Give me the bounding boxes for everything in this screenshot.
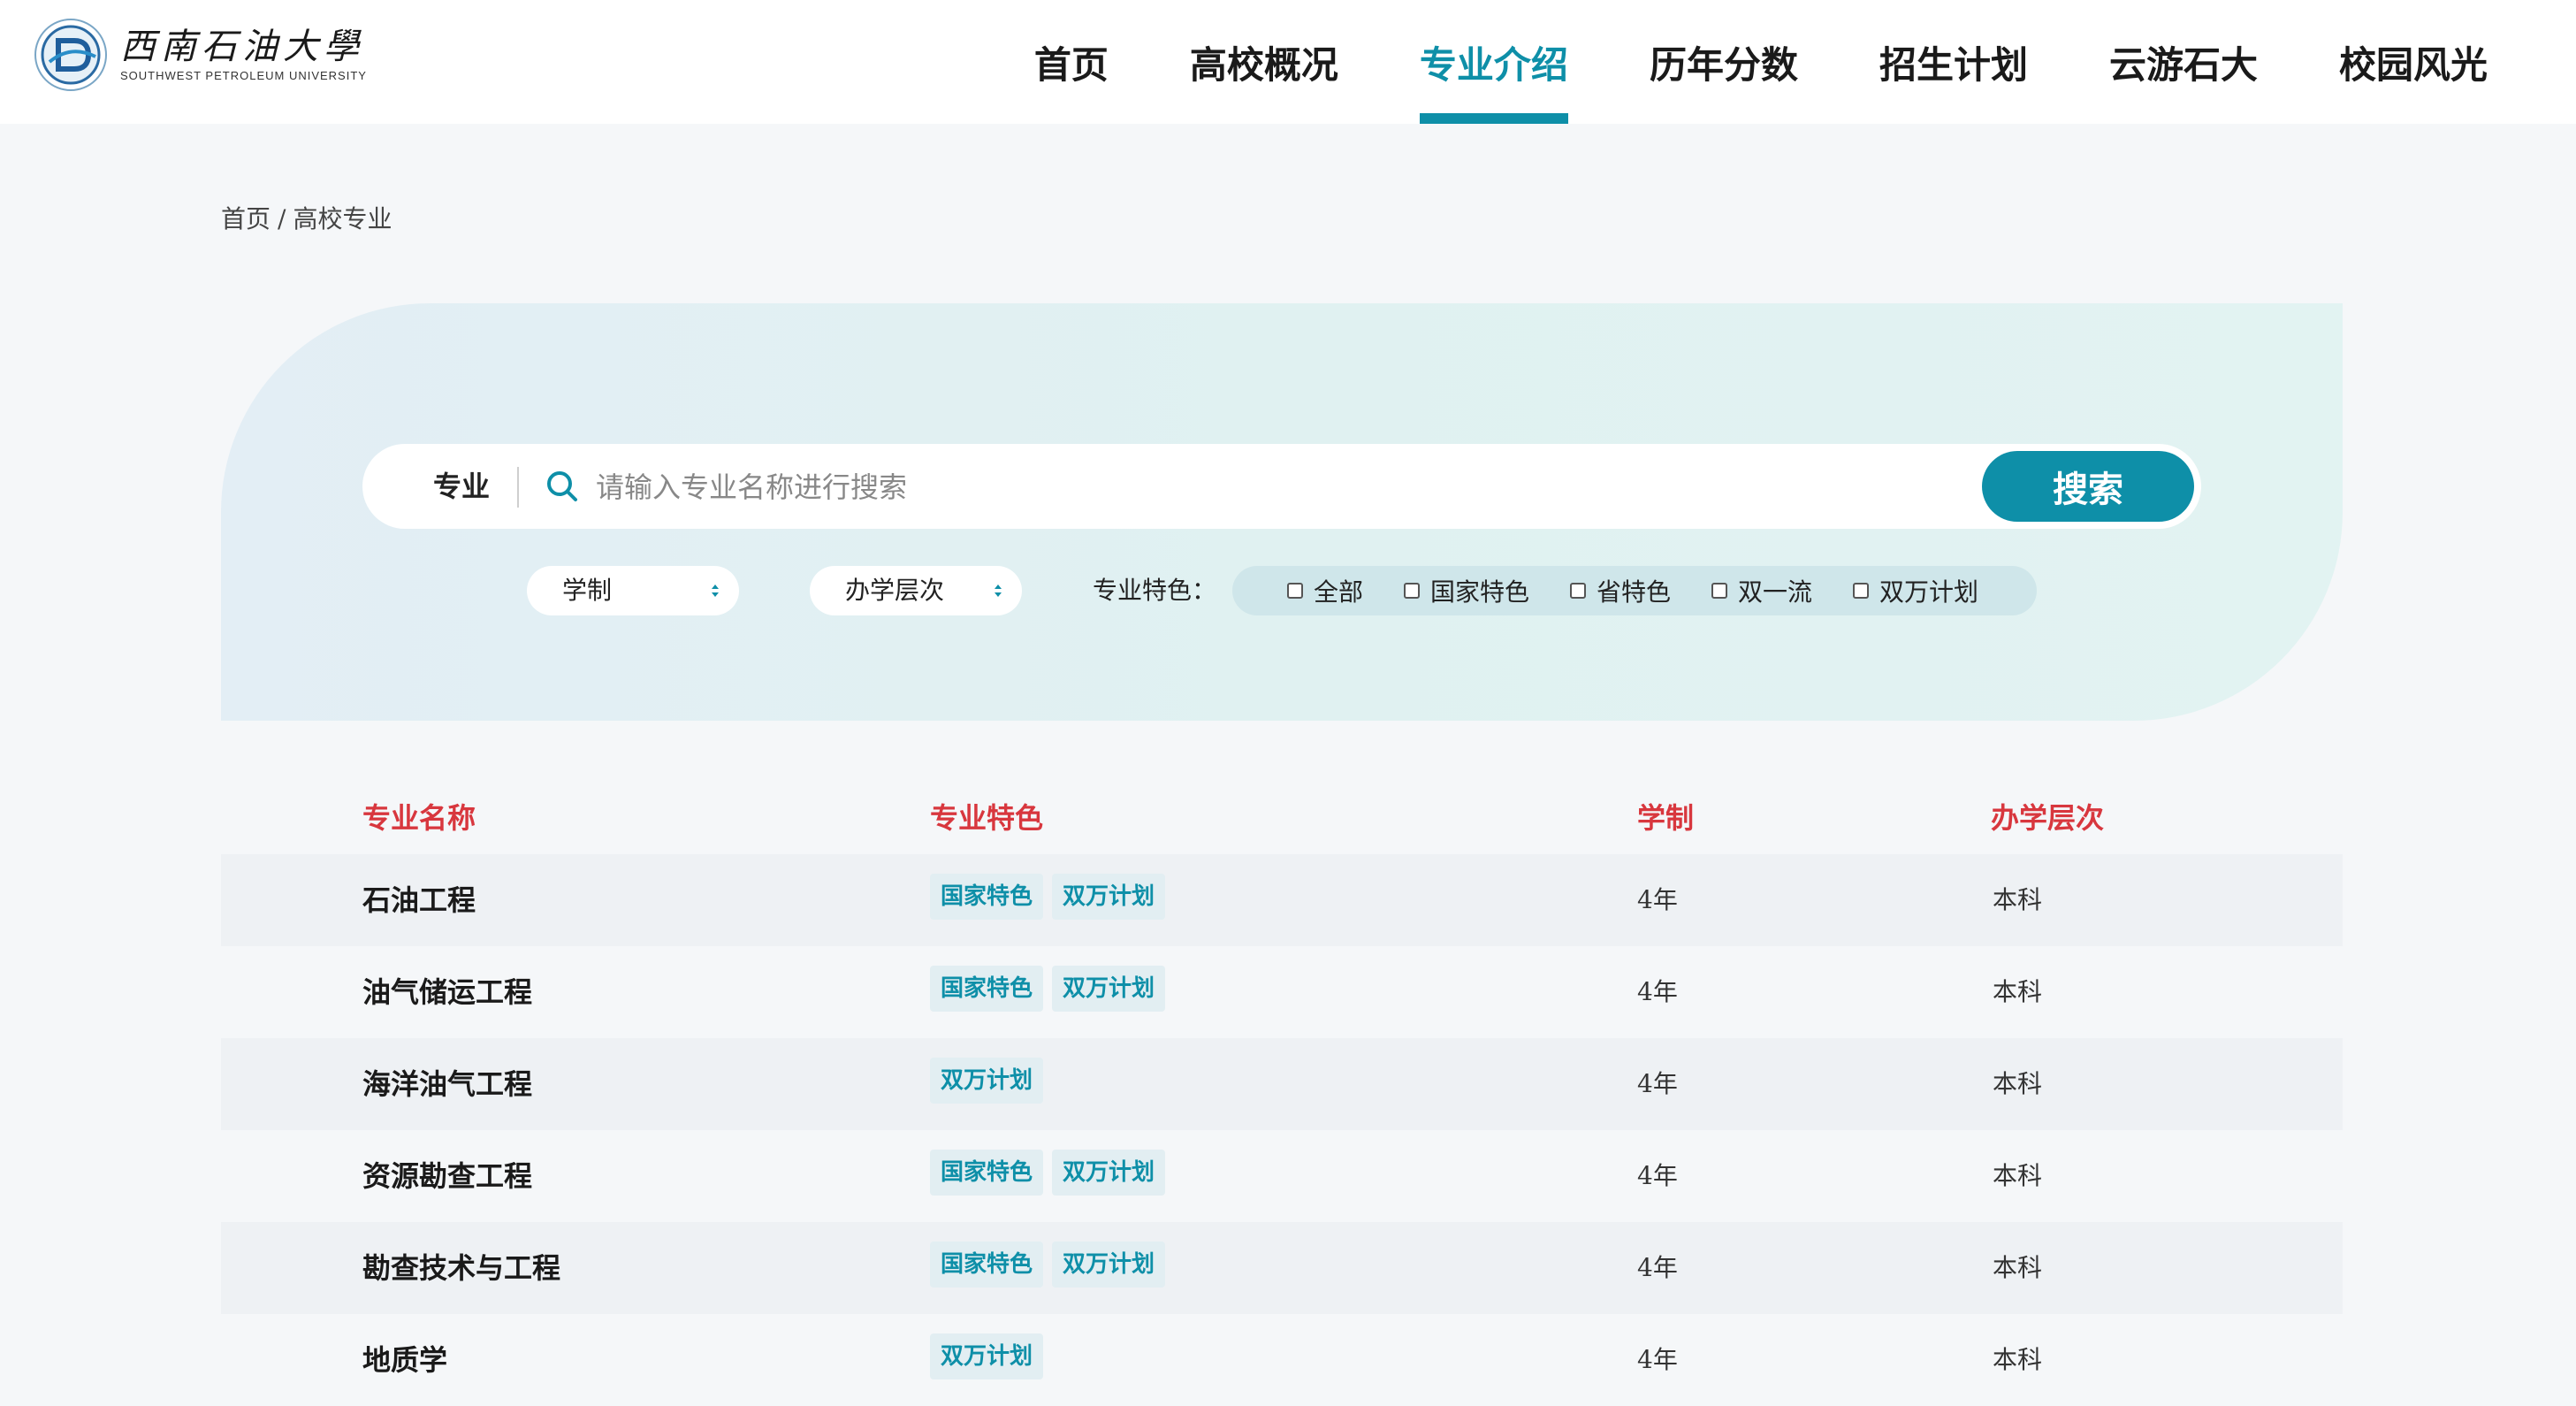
major-name[interactable]: 石油工程: [362, 854, 476, 946]
nav-virtual-tour[interactable]: 云游石大: [2109, 0, 2258, 124]
table-row[interactable]: 油气储运工程 国家特色 双万计划 4年 本科: [221, 946, 2343, 1038]
column-header-level: 办学层次: [1991, 801, 2105, 835]
major-name[interactable]: 油气储运工程: [362, 946, 532, 1038]
feature-tag: 国家特色: [930, 1150, 1044, 1196]
feature-tag: 国家特色: [930, 874, 1044, 920]
nav-overview[interactable]: 高校概况: [1190, 0, 1338, 124]
university-logo[interactable]: 西南石油大學 SOUTHWEST PETROLEUM UNIVERSITY: [34, 18, 367, 92]
duration-value: 4年: [1637, 885, 1678, 914]
feature-tag: 国家特色: [930, 1242, 1044, 1288]
checkbox-box[interactable]: [1570, 583, 1586, 599]
checkbox-box[interactable]: [1711, 583, 1727, 599]
nav-enrollment-plan[interactable]: 招生计划: [1879, 0, 2028, 124]
level-value: 本科: [1993, 885, 2043, 914]
feature-tag: 双万计划: [1052, 874, 1166, 920]
feature-filter-label: 专业特色：: [1093, 576, 1217, 605]
level-value: 本科: [1993, 1345, 2043, 1374]
feature-tag: 国家特色: [930, 966, 1044, 1012]
checkbox-box[interactable]: [1404, 583, 1420, 599]
level-select-label: 办学层次: [845, 576, 945, 605]
table-row[interactable]: 资源勘查工程 国家特色 双万计划 4年 本科: [221, 1130, 2343, 1222]
university-emblem-icon: [34, 19, 107, 91]
logo-english-name: SOUTHWEST PETROLEUM UNIVERSITY: [120, 69, 367, 82]
duration-value: 4年: [1637, 1253, 1678, 1282]
feature-tag: 双万计划: [1052, 966, 1166, 1012]
duration-value: 4年: [1637, 977, 1678, 1006]
feature-tags: 双万计划: [930, 1333, 1052, 1379]
select-arrows-icon: [712, 585, 719, 597]
feature-tag: 双万计划: [1052, 1150, 1166, 1196]
column-header-duration: 学制: [1637, 801, 1695, 835]
top-navigation-bar: 西南石油大學 SOUTHWEST PETROLEUM UNIVERSITY 首页…: [0, 0, 2576, 124]
duration-select[interactable]: 学制: [527, 566, 739, 615]
checkbox-double-ten-thousand[interactable]: 双万计划: [1853, 566, 1978, 615]
checkbox-label: 双万计划: [1879, 577, 1979, 607]
column-header-features: 专业特色: [930, 801, 1044, 835]
search-input[interactable]: [594, 462, 2012, 513]
search-button[interactable]: 搜索: [1982, 451, 2194, 522]
search-divider: [517, 467, 519, 508]
level-value: 本科: [1993, 1069, 2043, 1098]
major-name[interactable]: 地质学: [362, 1314, 447, 1406]
feature-tags: 国家特色 双万计划: [930, 874, 1174, 920]
checkbox-all[interactable]: 全部: [1287, 566, 1363, 615]
search-icon: [547, 471, 577, 501]
feature-tag: 双万计划: [930, 1333, 1044, 1379]
feature-tags: 国家特色 双万计划: [930, 966, 1174, 1012]
checkbox-label: 全部: [1314, 577, 1364, 607]
checkbox-label: 省特色: [1597, 577, 1672, 607]
breadcrumb-current: 高校专业: [293, 204, 392, 233]
level-select[interactable]: 办学层次: [810, 566, 1022, 615]
table-row[interactable]: 勘查技术与工程 国家特色 双万计划 4年 本科: [221, 1222, 2343, 1314]
feature-tag: 双万计划: [930, 1058, 1044, 1104]
table-row[interactable]: 地质学 双万计划 4年 本科: [221, 1314, 2343, 1406]
main-nav: 首页 高校概况 专业介绍 历年分数 招生计划 云游石大 校园风光: [953, 0, 2488, 124]
feature-tags: 国家特色 双万计划: [930, 1242, 1174, 1288]
level-value: 本科: [1993, 1161, 2043, 1190]
breadcrumb-home[interactable]: 首页: [221, 204, 271, 233]
major-name[interactable]: 资源勘查工程: [362, 1130, 532, 1222]
logo-chinese-name: 西南石油大學: [120, 27, 364, 67]
table-row[interactable]: 海洋油气工程 双万计划 4年 本科: [221, 1038, 2343, 1130]
column-header-name: 专业名称: [362, 801, 476, 835]
duration-value: 4年: [1637, 1161, 1678, 1190]
nav-majors[interactable]: 专业介绍: [1419, 0, 1568, 124]
feature-tag: 双万计划: [1052, 1242, 1166, 1288]
nav-home[interactable]: 首页: [1034, 0, 1109, 124]
breadcrumb-separator: /: [278, 204, 286, 233]
table-row[interactable]: 石油工程 国家特色 双万计划 4年 本科: [221, 854, 2343, 946]
feature-checkbox-group: 全部 国家特色 省特色 双一流 双万计划: [1232, 566, 2037, 615]
table-header: 专业名称 专业特色 学制 办学层次: [0, 791, 2576, 844]
checkbox-label: 国家特色: [1430, 577, 1530, 607]
feature-tags: 双万计划: [930, 1058, 1052, 1104]
checkbox-box[interactable]: [1853, 583, 1869, 599]
search-bar: 专业 搜索: [362, 444, 2201, 529]
duration-value: 4年: [1637, 1345, 1678, 1374]
nav-scores[interactable]: 历年分数: [1650, 0, 1798, 124]
select-arrows-icon: [995, 585, 1002, 597]
nav-campus-scenery[interactable]: 校园风光: [2339, 0, 2488, 124]
checkbox-national-feature[interactable]: 国家特色: [1404, 566, 1529, 615]
breadcrumb: 首页 / 高校专业: [221, 200, 392, 235]
checkbox-double-first-class[interactable]: 双一流: [1711, 566, 1812, 615]
checkbox-provincial-feature[interactable]: 省特色: [1570, 566, 1671, 615]
feature-tags: 国家特色 双万计划: [930, 1150, 1174, 1196]
major-name[interactable]: 勘查技术与工程: [362, 1222, 560, 1314]
checkbox-box[interactable]: [1287, 583, 1303, 599]
major-name[interactable]: 海洋油气工程: [362, 1038, 532, 1130]
level-value: 本科: [1993, 1253, 2043, 1282]
duration-select-label: 学制: [562, 576, 613, 605]
search-category-label[interactable]: 专业: [433, 444, 490, 529]
checkbox-label: 双一流: [1738, 577, 1813, 607]
level-value: 本科: [1993, 977, 2043, 1006]
duration-value: 4年: [1637, 1069, 1678, 1098]
